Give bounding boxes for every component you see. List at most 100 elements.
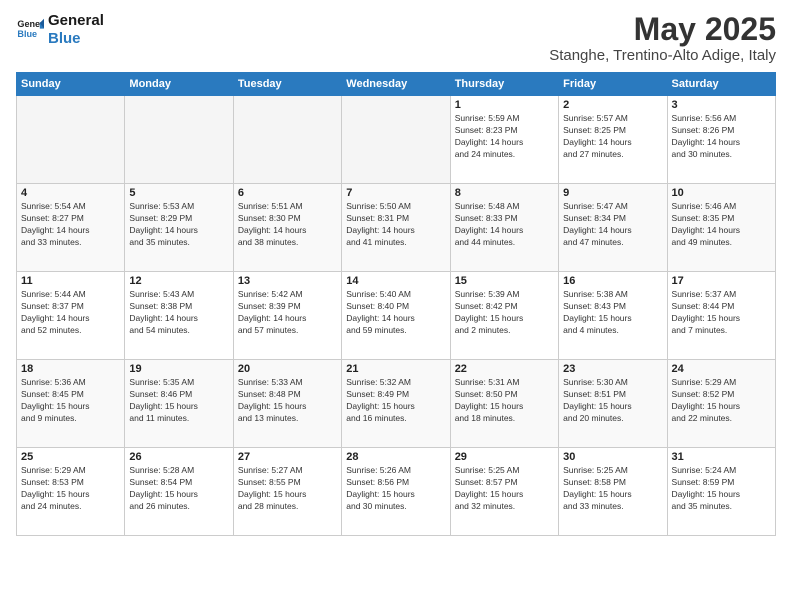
header-thursday: Thursday	[450, 73, 558, 96]
day-info: Sunrise: 5:59 AMSunset: 8:23 PMDaylight:…	[455, 113, 554, 161]
day-info: Sunrise: 5:26 AMSunset: 8:56 PMDaylight:…	[346, 465, 445, 513]
calendar-cell: 19 Sunrise: 5:35 AMSunset: 8:46 PMDayligh…	[125, 360, 233, 448]
calendar-cell: 30Sunrise: 5:25 AMSunset: 8:58 PMDayligh…	[559, 448, 667, 536]
calendar-cell: 15Sunrise: 5:39 AMSunset: 8:42 PMDayligh…	[450, 272, 558, 360]
day-info: Sunrise: 5:28 AMSunset: 8:54 PMDaylight:…	[129, 465, 228, 513]
calendar-cell: 26Sunrise: 5:28 AMSunset: 8:54 PMDayligh…	[125, 448, 233, 536]
week-row-2: 4 Sunrise: 5:54 AMSunset: 8:27 PMDaylight…	[17, 184, 776, 272]
calendar-cell: 11 Sunrise: 5:44 AMSunset: 8:37 PMDayligh…	[17, 272, 125, 360]
day-number: 7	[346, 187, 445, 199]
day-info: Sunrise: 5:44 AMSunset: 8:37 PMDaylight:…	[21, 289, 120, 337]
logo-text-general: General	[48, 12, 104, 30]
day-number: 21	[346, 363, 445, 375]
day-number: 10	[672, 187, 771, 199]
calendar-cell: 7Sunrise: 5:50 AMSunset: 8:31 PMDaylight…	[342, 184, 450, 272]
day-number: 8	[455, 187, 554, 199]
day-number: 23	[563, 363, 662, 375]
day-number: 20	[238, 363, 337, 375]
day-number: 28	[346, 451, 445, 463]
calendar-cell: 12Sunrise: 5:43 AMSunset: 8:38 PMDayligh…	[125, 272, 233, 360]
calendar-cell: 6 Sunrise: 5:51 AMSunset: 8:30 PMDaylight…	[233, 184, 341, 272]
week-row-1: 1 Sunrise: 5:59 AMSunset: 8:23 PMDaylight…	[17, 96, 776, 184]
day-info: Sunrise: 5:57 AMSunset: 8:25 PMDaylight:…	[563, 113, 662, 161]
day-info: Sunrise: 5:38 AMSunset: 8:43 PMDaylight:…	[563, 289, 662, 337]
day-info: Sunrise: 5:40 AMSunset: 8:40 PMDaylight:…	[346, 289, 445, 337]
day-number: 27	[238, 451, 337, 463]
day-number: 4	[21, 187, 120, 199]
calendar-cell: 9 Sunrise: 5:47 AMSunset: 8:34 PMDaylight…	[559, 184, 667, 272]
calendar-cell: 3 Sunrise: 5:56 AMSunset: 8:26 PMDaylight…	[667, 96, 775, 184]
day-number: 11	[21, 275, 120, 287]
calendar-cell	[125, 96, 233, 184]
day-info: Sunrise: 5:46 AMSunset: 8:35 PMDaylight:…	[672, 201, 771, 249]
calendar-cell	[17, 96, 125, 184]
header-wednesday: Wednesday	[342, 73, 450, 96]
month-title: May 2025	[549, 12, 776, 47]
day-info: Sunrise: 5:30 AMSunset: 8:51 PMDaylight:…	[563, 377, 662, 425]
week-row-3: 11 Sunrise: 5:44 AMSunset: 8:37 PMDayligh…	[17, 272, 776, 360]
day-info: Sunrise: 5:32 AMSunset: 8:49 PMDaylight:…	[346, 377, 445, 425]
calendar-cell: 31Sunrise: 5:24 AMSunset: 8:59 PMDayligh…	[667, 448, 775, 536]
day-info: Sunrise: 5:51 AMSunset: 8:30 PMDaylight:…	[238, 201, 337, 249]
day-number: 2	[563, 99, 662, 111]
calendar-cell: 16 Sunrise: 5:38 AMSunset: 8:43 PMDayligh…	[559, 272, 667, 360]
calendar-cell: 27 Sunrise: 5:27 AMSunset: 8:55 PMDayligh…	[233, 448, 341, 536]
day-info: Sunrise: 5:54 AMSunset: 8:27 PMDaylight:…	[21, 201, 120, 249]
calendar-cell	[342, 96, 450, 184]
day-number: 18	[21, 363, 120, 375]
header-saturday: Saturday	[667, 73, 775, 96]
day-number: 1	[455, 99, 554, 111]
header-sunday: Sunday	[17, 73, 125, 96]
day-info: Sunrise: 5:53 AMSunset: 8:29 PMDaylight:…	[129, 201, 228, 249]
day-info: Sunrise: 5:56 AMSunset: 8:26 PMDaylight:…	[672, 113, 771, 161]
day-number: 5	[129, 187, 228, 199]
day-info: Sunrise: 5:29 AMSunset: 8:52 PMDaylight:…	[672, 377, 771, 425]
day-info: Sunrise: 5:31 AMSunset: 8:50 PMDaylight:…	[455, 377, 554, 425]
svg-text:Blue: Blue	[17, 29, 37, 39]
day-info: Sunrise: 5:35 AMSunset: 8:46 PMDaylight:…	[129, 377, 228, 425]
day-number: 6	[238, 187, 337, 199]
day-info: Sunrise: 5:48 AMSunset: 8:33 PMDaylight:…	[455, 201, 554, 249]
header-monday: Monday	[125, 73, 233, 96]
day-number: 16	[563, 275, 662, 287]
calendar-cell: 2 Sunrise: 5:57 AMSunset: 8:25 PMDaylight…	[559, 96, 667, 184]
day-info: Sunrise: 5:47 AMSunset: 8:34 PMDaylight:…	[563, 201, 662, 249]
location-title: Stanghe, Trentino-Alto Adige, Italy	[549, 47, 776, 64]
calendar-cell: 10 Sunrise: 5:46 AMSunset: 8:35 PMDayligh…	[667, 184, 775, 272]
day-info: Sunrise: 5:42 AMSunset: 8:39 PMDaylight:…	[238, 289, 337, 337]
calendar-cell: 20Sunrise: 5:33 AMSunset: 8:48 PMDayligh…	[233, 360, 341, 448]
day-number: 19	[129, 363, 228, 375]
calendar-cell: 28 Sunrise: 5:26 AMSunset: 8:56 PMDayligh…	[342, 448, 450, 536]
title-block: May 2025 Stanghe, Trentino-Alto Adige, I…	[549, 12, 776, 64]
calendar-cell: 24Sunrise: 5:29 AMSunset: 8:52 PMDayligh…	[667, 360, 775, 448]
calendar-cell: 23 Sunrise: 5:30 AMSunset: 8:51 PMDayligh…	[559, 360, 667, 448]
day-info: Sunrise: 5:25 AMSunset: 8:57 PMDaylight:…	[455, 465, 554, 513]
day-number: 3	[672, 99, 771, 111]
calendar-table: SundayMondayTuesdayWednesdayThursdayFrid…	[16, 72, 776, 536]
calendar-cell: 4 Sunrise: 5:54 AMSunset: 8:27 PMDaylight…	[17, 184, 125, 272]
logo-text-blue: Blue	[48, 30, 104, 48]
week-row-4: 18 Sunrise: 5:36 AMSunset: 8:45 PMDayligh…	[17, 360, 776, 448]
day-number: 17	[672, 275, 771, 287]
calendar-cell: 25Sunrise: 5:29 AMSunset: 8:53 PMDayligh…	[17, 448, 125, 536]
calendar-cell	[233, 96, 341, 184]
page-container: General Blue General Blue May 2025 Stang…	[0, 0, 792, 544]
day-number: 14	[346, 275, 445, 287]
day-info: Sunrise: 5:36 AMSunset: 8:45 PMDaylight:…	[21, 377, 120, 425]
calendar-cell: 1 Sunrise: 5:59 AMSunset: 8:23 PMDaylight…	[450, 96, 558, 184]
header-friday: Friday	[559, 73, 667, 96]
day-number: 12	[129, 275, 228, 287]
day-number: 13	[238, 275, 337, 287]
calendar-cell: 5 Sunrise: 5:53 AMSunset: 8:29 PMDaylight…	[125, 184, 233, 272]
calendar-cell: 14 Sunrise: 5:40 AMSunset: 8:40 PMDayligh…	[342, 272, 450, 360]
day-info: Sunrise: 5:27 AMSunset: 8:55 PMDaylight:…	[238, 465, 337, 513]
day-info: Sunrise: 5:29 AMSunset: 8:53 PMDaylight:…	[21, 465, 120, 513]
day-number: 15	[455, 275, 554, 287]
header-tuesday: Tuesday	[233, 73, 341, 96]
calendar-cell: 8 Sunrise: 5:48 AMSunset: 8:33 PMDaylight…	[450, 184, 558, 272]
day-number: 29	[455, 451, 554, 463]
day-number: 22	[455, 363, 554, 375]
day-number: 9	[563, 187, 662, 199]
logo-icon: General Blue	[16, 16, 44, 44]
day-info: Sunrise: 5:37 AMSunset: 8:44 PMDaylight:…	[672, 289, 771, 337]
